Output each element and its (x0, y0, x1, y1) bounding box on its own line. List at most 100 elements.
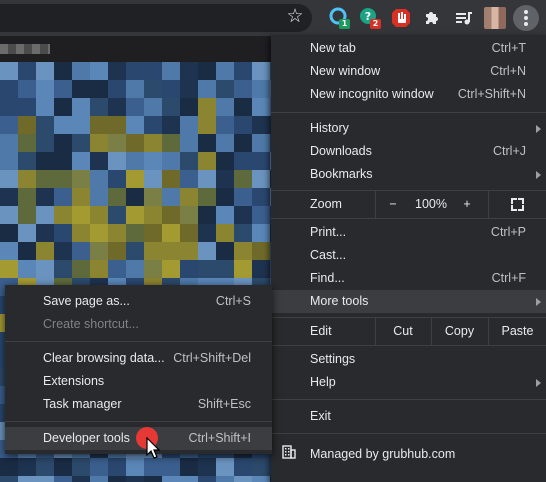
menu-item-bookmarks[interactable]: Bookmarks (271, 163, 546, 186)
image-pixel (36, 458, 54, 476)
submenu-item-create-shortcut: Create shortcut... (5, 313, 272, 336)
menu-item-label: Extensions (43, 374, 105, 388)
image-pixel (216, 458, 234, 476)
image-pixel (90, 62, 108, 80)
menu-item-more-tools[interactable]: More tools (271, 290, 546, 313)
puzzle-icon[interactable] (420, 6, 444, 30)
copy-button[interactable]: Copy (432, 317, 487, 345)
menu-item-label: New incognito window (310, 87, 434, 101)
image-pixel (0, 116, 18, 134)
ext-circle-icon[interactable]: 1 (327, 6, 351, 30)
image-pixel (54, 206, 72, 224)
menu-item-managed-by[interactable]: Managed by grubhub.com (271, 443, 546, 466)
submenu-item-task-manager[interactable]: Task manager Shift+Esc (5, 393, 272, 416)
image-pixel (162, 476, 180, 482)
image-pixel (180, 260, 198, 278)
zoom-out-button[interactable]: − (381, 190, 405, 218)
image-pixel (18, 116, 36, 134)
menu-item-shortcut: Ctrl+Shift+Del (173, 351, 251, 365)
zoom-level: 100% (415, 197, 447, 211)
image-pixel (90, 458, 108, 476)
image-pixel (234, 80, 252, 98)
menu-item-new-incognito-window[interactable]: New incognito window Ctrl+Shift+N (271, 83, 546, 106)
image-pixel (54, 62, 72, 80)
image-pixel (72, 458, 90, 476)
image-pixel (162, 116, 180, 134)
image-pixel (18, 224, 36, 242)
image-pixel (0, 458, 18, 476)
image-pixel (90, 152, 108, 170)
image-pixel (126, 80, 144, 98)
fullscreen-icon[interactable] (511, 198, 524, 211)
menu-item-print[interactable]: Print... Ctrl+P (271, 221, 546, 244)
image-pixel (18, 476, 36, 482)
ext-hand-stop-icon[interactable] (389, 6, 413, 30)
image-pixel (18, 170, 36, 188)
zoom-in-button[interactable]: + (455, 190, 479, 218)
image-pixel (0, 224, 18, 242)
address-bar[interactable] (0, 4, 312, 32)
menu-item-find[interactable]: Find... Ctrl+F (271, 267, 546, 290)
menu-item-label: Print... (310, 225, 347, 239)
menu-item-shortcut: Ctrl+N (490, 64, 526, 78)
image-pixel (162, 152, 180, 170)
image-pixel (234, 116, 252, 134)
image-pixel (198, 170, 216, 188)
submenu-arrow-icon (536, 125, 541, 133)
submenu-item-clear-browsing-data[interactable]: Clear browsing data... Ctrl+Shift+Del (5, 347, 272, 370)
menu-edit-row: Edit Cut Copy Paste (271, 317, 546, 345)
image-pixel (162, 242, 180, 260)
image-pixel (126, 206, 144, 224)
submenu-item-save-page[interactable]: Save page as... Ctrl+S (5, 290, 272, 313)
image-pixel (126, 224, 144, 242)
image-pixel (54, 170, 72, 188)
menu-item-new-window[interactable]: New window Ctrl+N (271, 60, 546, 83)
menu-item-downloads[interactable]: Downloads Ctrl+J (271, 140, 546, 163)
zoom-divider (375, 190, 376, 218)
image-pixel (216, 170, 234, 188)
image-pixel (54, 458, 72, 476)
image-pixel (144, 80, 162, 98)
bookmark-star-icon[interactable]: ☆ (284, 6, 306, 28)
image-pixel (72, 476, 90, 482)
ext-help-icon[interactable]: ? 2 (357, 6, 381, 30)
image-pixel (234, 458, 252, 476)
menu-item-history[interactable]: History (271, 117, 546, 140)
image-pixel (72, 242, 90, 260)
zoom-divider (488, 190, 489, 218)
image-pixel (144, 476, 162, 482)
menu-item-exit[interactable]: Exit (271, 405, 546, 428)
image-pixel (90, 188, 108, 206)
menu-item-label: Zoom (310, 197, 342, 211)
paste-button[interactable]: Paste (489, 317, 546, 345)
media-control-icon[interactable] (452, 6, 476, 30)
image-pixel (144, 152, 162, 170)
image-pixel (126, 170, 144, 188)
image-pixel (126, 98, 144, 116)
image-pixel (252, 476, 270, 482)
ext-badge-count: 2 (370, 19, 381, 29)
submenu-item-extensions[interactable]: Extensions (5, 370, 272, 393)
menu-item-shortcut: Ctrl+J (493, 144, 526, 158)
image-pixel (252, 170, 270, 188)
image-pixel (216, 134, 234, 152)
menu-item-cast[interactable]: Cast... (271, 244, 546, 267)
menu-item-label: Managed by grubhub.com (310, 447, 456, 461)
menu-item-settings[interactable]: Settings (271, 348, 546, 371)
menu-item-label: Find... (310, 271, 345, 285)
image-pixel (126, 476, 144, 482)
cut-button[interactable]: Cut (376, 317, 430, 345)
image-pixel (234, 260, 252, 278)
image-pixel (36, 224, 54, 242)
menu-item-label: More tools (310, 294, 369, 308)
chrome-main-menu: New tab Ctrl+T New window Ctrl+N New inc… (271, 35, 546, 482)
menu-item-shortcut: Ctrl+Shift+I (188, 431, 251, 445)
menu-item-new-tab[interactable]: New tab Ctrl+T (271, 37, 546, 60)
menu-item-help[interactable]: Help (271, 371, 546, 394)
image-pixel (18, 260, 36, 278)
image-pixel (162, 170, 180, 188)
image-pixel (162, 188, 180, 206)
profile-avatar[interactable] (484, 7, 506, 29)
image-pixel (126, 62, 144, 80)
more-menu-icon[interactable] (513, 5, 539, 31)
